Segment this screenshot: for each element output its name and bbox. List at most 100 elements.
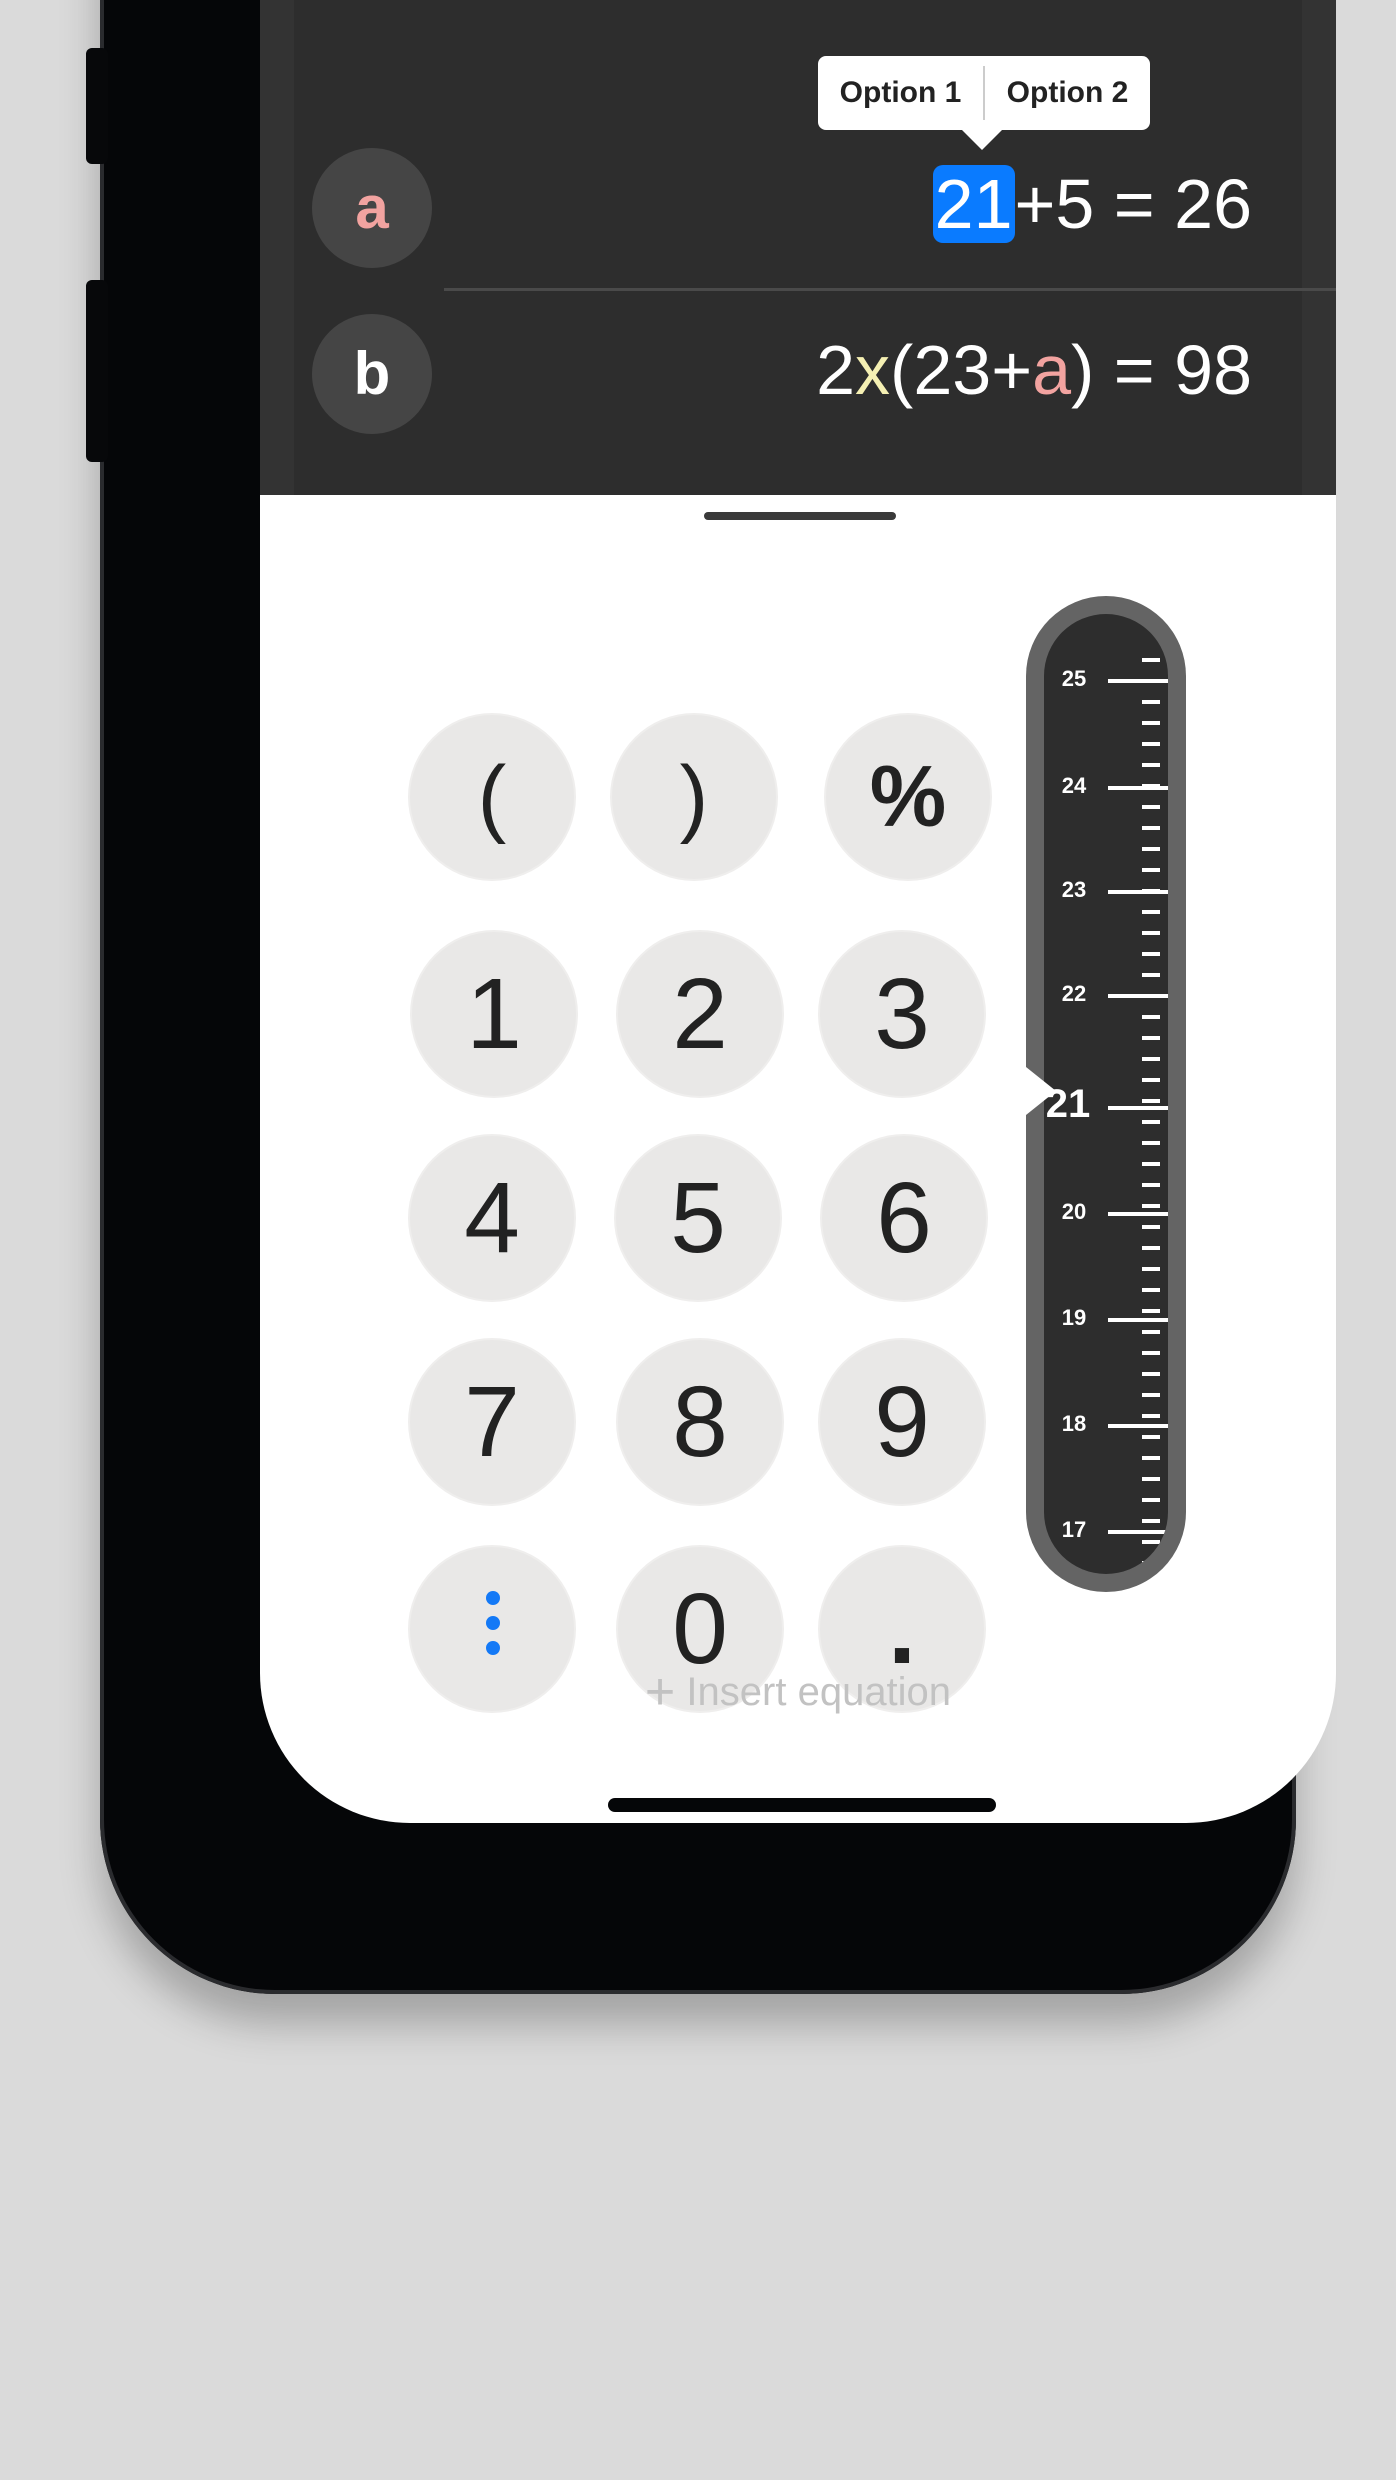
more-icon	[486, 1591, 500, 1666]
dial-minor-tick	[1142, 784, 1160, 788]
dial-label-19: 19	[1061, 1305, 1087, 1330]
dial-minor-tick	[1142, 1036, 1160, 1040]
right-edge	[1302, 0, 1336, 495]
dial-minor-tick	[1142, 658, 1160, 662]
variable-b-button[interactable]: b	[312, 314, 432, 434]
dial-major-tick	[1108, 1530, 1168, 1534]
dial-minor-tick	[1142, 1498, 1160, 1502]
dial-minor-tick	[1142, 973, 1160, 977]
key-open-paren[interactable]: (	[410, 715, 574, 879]
dial-minor-tick	[1142, 1246, 1160, 1250]
dial-minor-tick	[1142, 826, 1160, 830]
dial-minor-tick	[1142, 1351, 1160, 1355]
dial-label-22: 22	[1061, 981, 1087, 1006]
variable-a-button[interactable]: a	[312, 148, 432, 268]
dial-minor-tick	[1142, 721, 1160, 725]
dial-minor-tick	[1142, 1519, 1160, 1523]
dial-minor-tick	[1142, 1162, 1160, 1166]
eq-b-part-1: 2	[816, 331, 856, 409]
dial-label-18: 18	[1061, 1411, 1087, 1436]
popup-arrow	[960, 128, 1004, 150]
side-button-left-2	[86, 280, 108, 462]
dial-minor-tick	[1142, 1309, 1160, 1313]
dial-minor-tick	[1142, 1414, 1160, 1418]
option-2-button[interactable]: Option 2	[985, 76, 1150, 110]
key-4[interactable]: 4	[410, 1136, 574, 1300]
equation-divider	[444, 288, 1336, 291]
dial-minor-tick	[1142, 868, 1160, 872]
dial-minor-tick	[1142, 1456, 1160, 1460]
dial-minor-tick	[1142, 763, 1160, 767]
equation-a[interactable]: 21+5 = 26	[932, 164, 1252, 244]
dial-scale[interactable]: 25 24 23 22 21 20 19 18 17	[1044, 614, 1168, 1574]
dial-pointer-icon	[1026, 1067, 1056, 1115]
eq-b-variable-a: a	[1032, 331, 1072, 409]
dial-minor-tick	[1142, 1141, 1160, 1145]
dial-minor-tick	[1142, 1057, 1160, 1061]
home-indicator[interactable]	[608, 1798, 996, 1812]
dial-minor-tick	[1142, 1183, 1160, 1187]
screen: Option 1 Option 2 a 21+5 = 26 b 2x(23+a)…	[260, 0, 1336, 1823]
phone-frame: Option 1 Option 2 a 21+5 = 26 b 2x(23+a)…	[86, 0, 1336, 1994]
dial-label-17: 17	[1061, 1517, 1087, 1542]
insert-equation-button[interactable]: + Insert equation	[260, 1662, 1336, 1722]
dial-minor-tick	[1142, 700, 1160, 704]
dial-minor-tick	[1142, 952, 1160, 956]
key-9[interactable]: 9	[820, 1340, 984, 1504]
equation-a-rest: +5 = 26	[1014, 165, 1252, 243]
dial-major-tick	[1108, 1212, 1168, 1216]
dial-minor-tick	[1142, 1204, 1160, 1208]
dial-minor-tick	[1142, 1393, 1160, 1397]
dial-minor-tick	[1142, 994, 1160, 998]
dial-minor-tick	[1142, 1372, 1160, 1376]
dial-minor-tick	[1142, 1288, 1160, 1292]
dial-minor-tick	[1142, 1078, 1160, 1082]
option-1-button[interactable]: Option 1	[818, 76, 983, 110]
key-7[interactable]: 7	[410, 1340, 574, 1504]
selected-token[interactable]: 21	[932, 165, 1015, 243]
equation-area: Option 1 Option 2 a 21+5 = 26 b 2x(23+a)…	[260, 0, 1336, 495]
dial-major-tick	[1108, 1424, 1168, 1428]
insert-equation-label: Insert equation	[686, 1670, 952, 1714]
dial-minor-tick	[1142, 1477, 1160, 1481]
dial-minor-tick	[1142, 1540, 1160, 1544]
plus-icon: +	[644, 1663, 676, 1721]
dial-minor-tick	[1142, 847, 1160, 851]
dial-minor-tick	[1142, 1099, 1160, 1103]
key-percent[interactable]: %	[826, 715, 990, 879]
left-edge	[260, 0, 294, 495]
dial-minor-tick	[1142, 1120, 1160, 1124]
edit-popup-menu: Option 1 Option 2	[818, 56, 1150, 130]
dial-minor-tick	[1142, 1435, 1160, 1439]
eq-b-part-3: ) = 98	[1071, 331, 1252, 409]
key-8[interactable]: 8	[618, 1340, 782, 1504]
dial-minor-tick	[1142, 805, 1160, 809]
key-5[interactable]: 5	[616, 1136, 780, 1300]
dial-minor-tick	[1142, 931, 1160, 935]
key-close-paren[interactable]: )	[612, 715, 776, 879]
eq-b-variable-x: x	[855, 331, 891, 409]
key-1[interactable]: 1	[412, 932, 576, 1096]
side-button-left-1	[86, 48, 108, 164]
dial-minor-tick	[1142, 889, 1160, 893]
dial-major-tick	[1108, 1106, 1168, 1110]
sheet-grabber[interactable]	[704, 512, 896, 520]
dial-minor-tick	[1142, 679, 1160, 683]
dial-minor-tick	[1142, 1015, 1160, 1019]
key-2[interactable]: 2	[618, 932, 782, 1096]
dial-minor-tick	[1142, 1561, 1160, 1565]
dial-label-23: 23	[1061, 877, 1087, 902]
dial-minor-tick	[1142, 1267, 1160, 1271]
key-6[interactable]: 6	[822, 1136, 986, 1300]
eq-b-part-2: (23+	[890, 331, 1033, 409]
dial-minor-tick	[1142, 910, 1160, 914]
dial-minor-tick	[1142, 1330, 1160, 1334]
dial-minor-tick	[1142, 742, 1160, 746]
dial-label-24: 24	[1061, 773, 1087, 798]
dial-label-25: 25	[1061, 666, 1087, 691]
dial-minor-tick	[1142, 1225, 1160, 1229]
key-3[interactable]: 3	[820, 932, 984, 1096]
equation-b[interactable]: 2x(23+a) = 98	[816, 330, 1252, 410]
dial-major-tick	[1108, 1318, 1168, 1322]
dial-label-20: 20	[1061, 1199, 1087, 1224]
